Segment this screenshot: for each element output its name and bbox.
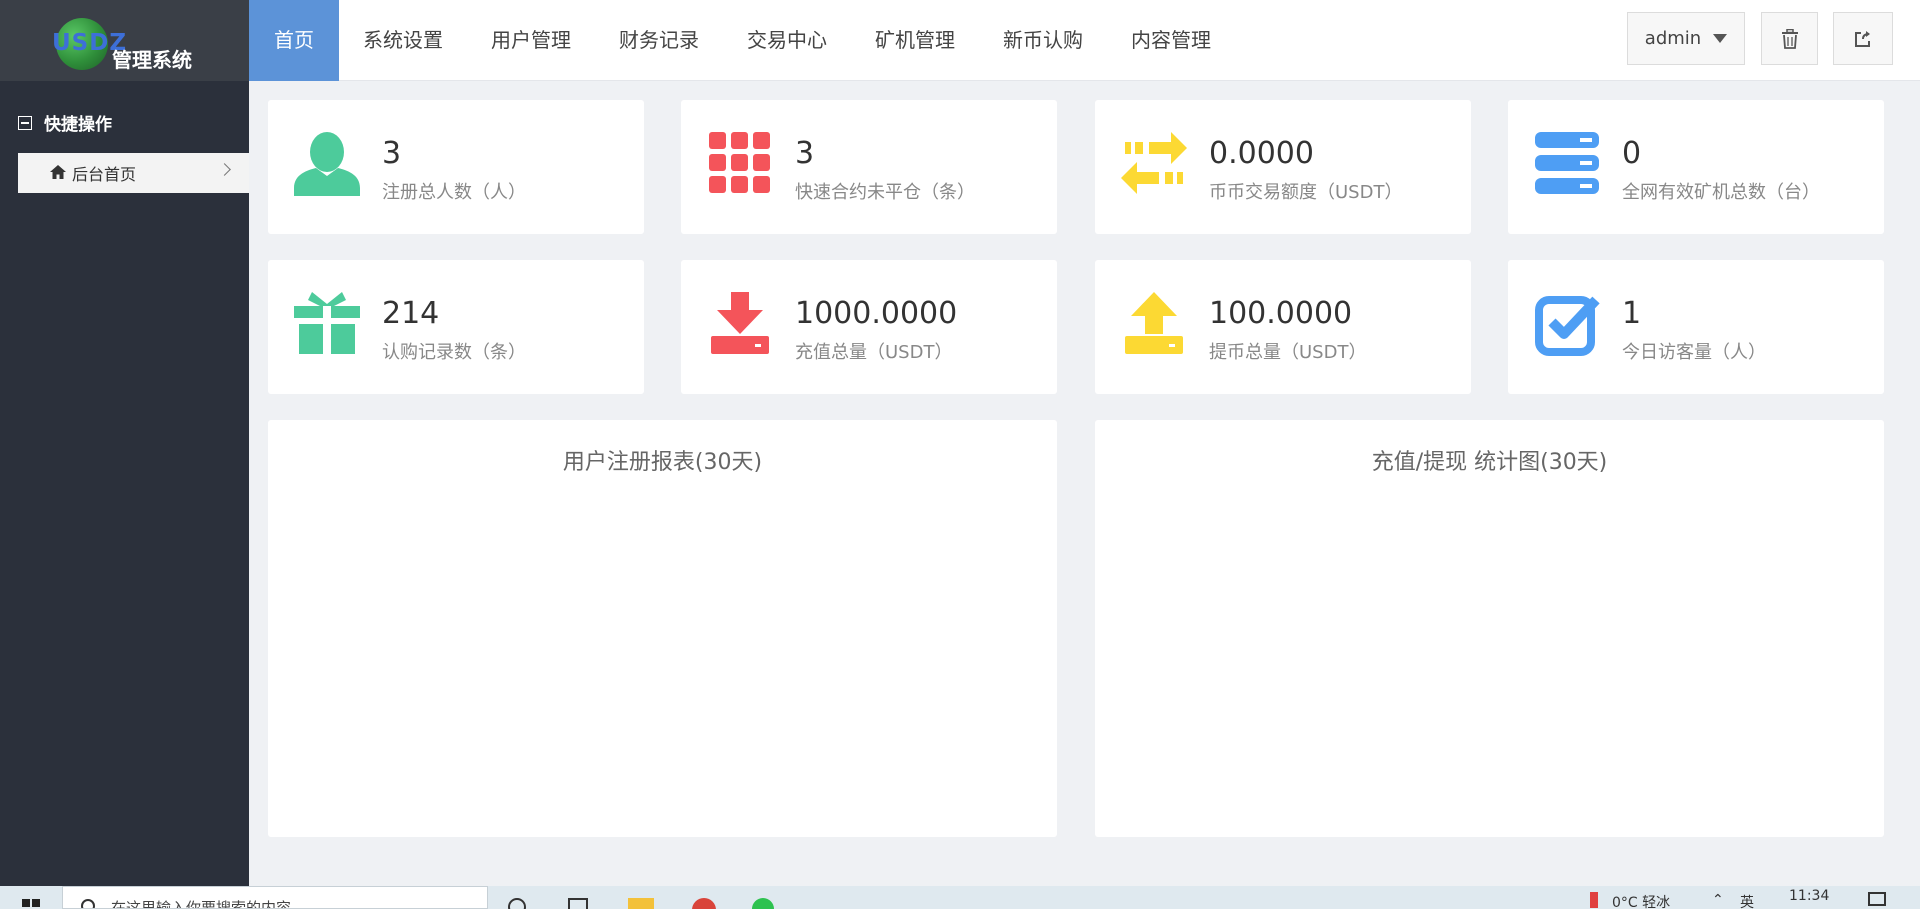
stat-label: 充值总量（USDT） — [795, 342, 953, 363]
stat-label: 提币总量（USDT） — [1209, 342, 1367, 363]
download-icon — [711, 292, 769, 354]
nav-miner-management[interactable]: 矿机管理 — [851, 0, 979, 81]
nav-trading-center[interactable]: 交易中心 — [723, 0, 851, 81]
wechat-icon[interactable] — [752, 898, 774, 909]
weather-icon — [1590, 892, 1598, 908]
nav-user-management[interactable]: 用户管理 — [467, 0, 595, 81]
stat-card-total-withdrawals: 100.0000 提币总量（USDT） — [1095, 260, 1471, 394]
sidebar-group-header[interactable]: 快捷操作 — [18, 110, 112, 135]
user-name: admin — [1644, 28, 1702, 49]
input-language[interactable]: 英 — [1740, 892, 1754, 909]
nav-system-settings[interactable]: 系统设置 — [339, 0, 467, 81]
collapse-icon — [18, 115, 32, 130]
stat-value: 100.0000 — [1209, 296, 1353, 331]
check-icon — [1535, 296, 1600, 356]
clock-time[interactable]: 11:34 — [1789, 888, 1829, 904]
sidebar-group-label: 快捷操作 — [44, 115, 112, 135]
windows-start-icon[interactable] — [22, 899, 40, 909]
grid-icon — [709, 132, 770, 193]
upload-icon — [1125, 292, 1183, 354]
stat-label: 认购记录数（条） — [382, 342, 526, 363]
stat-card-open-contracts: 3 快速合约未平仓（条） — [681, 100, 1057, 234]
user-icon — [294, 132, 360, 196]
nav-new-coin-subscription[interactable]: 新币认购 — [979, 0, 1107, 81]
server-icon — [1535, 132, 1599, 194]
stat-label: 币币交易额度（USDT） — [1209, 182, 1403, 203]
weather-text: 0°C 轻冰 — [1612, 895, 1671, 909]
nav-finance-records[interactable]: 财务记录 — [595, 0, 723, 81]
share-icon — [1855, 30, 1870, 47]
gift-icon — [294, 292, 360, 354]
panel-title: 用户注册报表(30天) — [562, 450, 763, 475]
taskbar-search-input[interactable]: 在这里输入你要搜索的内容 — [62, 886, 488, 909]
deposit-withdraw-chart-panel: 充值/提现 统计图(30天) — [1095, 420, 1884, 837]
nav-home[interactable]: 首页 — [249, 0, 339, 81]
notification-icon[interactable] — [1868, 892, 1886, 906]
task-view-icon[interactable] — [568, 898, 588, 909]
exchange-icon — [1121, 132, 1187, 194]
cortana-icon[interactable] — [508, 898, 526, 909]
taskbar-search-placeholder: 在这里输入你要搜索的内容 — [111, 899, 292, 909]
stat-card-today-visitors: 1 今日访客量（人） — [1508, 260, 1884, 394]
sidebar-item-label: 后台首页 — [72, 165, 137, 184]
stat-card-active-miners: 0 全网有效矿机总数（台） — [1508, 100, 1884, 234]
stat-card-subscription-records: 214 认购记录数（条） — [268, 260, 644, 394]
sidebar-item-dashboard[interactable]: 后台首页 — [18, 153, 249, 193]
stat-label: 全网有效矿机总数（台） — [1622, 182, 1820, 203]
app-logo[interactable]: USDZ 管理系统 — [0, 0, 249, 81]
file-explorer-icon[interactable] — [628, 898, 654, 909]
search-icon — [81, 899, 95, 908]
caret-down-icon — [1713, 34, 1728, 43]
app-title: 管理系统 — [112, 48, 192, 72]
stat-value: 1000.0000 — [795, 296, 958, 331]
logout-button[interactable] — [1833, 12, 1893, 65]
stat-value: 3 — [795, 136, 815, 171]
trash-icon — [1781, 28, 1798, 49]
chevron-up-icon[interactable]: ⌃ — [1712, 892, 1724, 908]
stat-label: 注册总人数（人） — [382, 182, 526, 203]
stat-value: 3 — [382, 136, 402, 171]
stat-label: 快速合约未平仓（条） — [795, 182, 975, 203]
panel-title: 充值/提现 统计图(30天) — [1371, 450, 1608, 475]
user-registration-chart-panel: 用户注册报表(30天) — [268, 420, 1057, 837]
stat-value: 1 — [1622, 296, 1642, 331]
main-nav: 首页 系统设置 用户管理 财务记录 交易中心 矿机管理 新币认购 内容管理 — [249, 0, 1235, 81]
stat-value: 214 — [382, 296, 440, 331]
home-icon — [50, 165, 66, 179]
chevron-right-icon — [218, 163, 231, 176]
chrome-icon[interactable] — [692, 898, 716, 909]
stat-value: 0 — [1622, 136, 1642, 171]
stat-card-coin-trade-volume: 0.0000 币币交易额度（USDT） — [1095, 100, 1471, 234]
nav-content-management[interactable]: 内容管理 — [1107, 0, 1235, 81]
stat-card-registered-users: 3 注册总人数（人） — [268, 100, 644, 234]
stat-label: 今日访客量（人） — [1622, 342, 1766, 363]
clear-cache-button[interactable] — [1761, 12, 1818, 65]
os-taskbar: 在这里输入你要搜索的内容 0°C 轻冰 ⌃ 英 11:34 — [0, 886, 1920, 909]
sidebar: USDZ 管理系统 快捷操作 后台首页 — [0, 0, 249, 886]
stat-card-total-deposits: 1000.0000 充值总量（USDT） — [681, 260, 1057, 394]
stat-value: 0.0000 — [1209, 136, 1314, 171]
user-dropdown[interactable]: admin — [1627, 12, 1745, 65]
top-navbar: 首页 系统设置 用户管理 财务记录 交易中心 矿机管理 新币认购 内容管理 ad… — [249, 0, 1920, 81]
